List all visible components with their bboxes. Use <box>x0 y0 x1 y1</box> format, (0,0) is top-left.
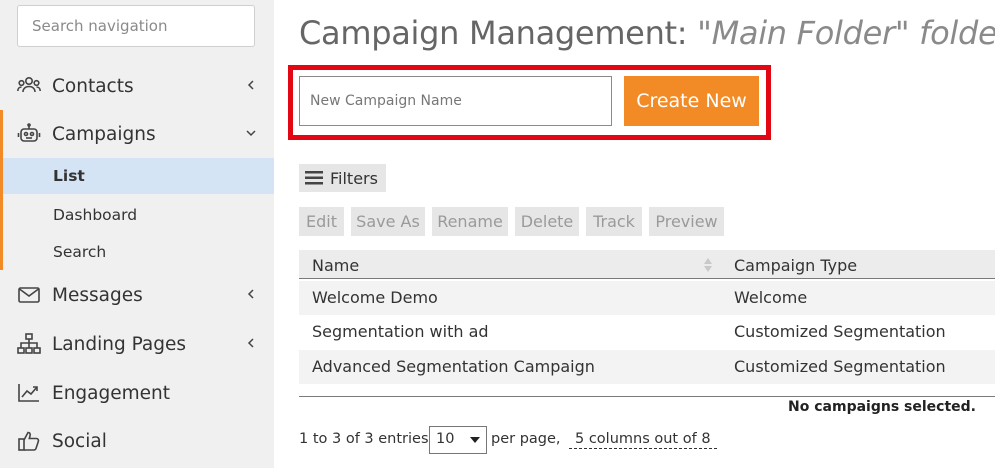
sitemap-icon <box>17 333 41 354</box>
save-as-button[interactable]: Save As <box>351 207 425 236</box>
table-header: Name Campaign Type <box>299 250 995 279</box>
search-navigation-input[interactable] <box>17 5 255 47</box>
sort-icon[interactable] <box>703 256 713 274</box>
chevron-left-icon <box>247 80 254 90</box>
track-button[interactable]: Track <box>586 207 642 236</box>
cell-name: Advanced Segmentation Campaign <box>312 357 595 376</box>
envelope-icon <box>18 287 40 303</box>
table-row[interactable]: Welcome Demo Welcome <box>299 281 995 315</box>
menu-icon <box>305 171 323 185</box>
per-page-value: 10 <box>436 431 455 447</box>
column-header-name[interactable]: Name <box>312 256 359 275</box>
filters-label: Filters <box>330 168 378 188</box>
page-title-text: Campaign Management: <box>299 14 688 52</box>
sidebar-item-social[interactable]: Social <box>0 421 274 461</box>
rename-button[interactable]: Rename <box>432 207 508 236</box>
sidebar-subitem-label: Dashboard <box>53 206 138 224</box>
cell-name: Welcome Demo <box>312 288 438 307</box>
sidebar-subitem-list[interactable]: List <box>3 158 274 194</box>
preview-button[interactable]: Preview <box>649 207 724 236</box>
caret-down-icon <box>470 437 480 443</box>
delete-button[interactable]: Delete <box>515 207 579 236</box>
sidebar-item-label: Engagement <box>52 382 171 404</box>
table-row[interactable]: Segmentation with ad Customized Segmenta… <box>299 315 995 349</box>
selection-status: No campaigns selected. <box>788 399 976 415</box>
cell-campaign-type: Customized Segmentation <box>734 357 946 376</box>
edit-button[interactable]: Edit <box>299 207 344 236</box>
chevron-left-icon <box>247 289 254 299</box>
robot-icon <box>17 123 41 142</box>
per-page-select[interactable]: 10 <box>429 426 487 454</box>
per-page-label: per page, <box>491 431 561 447</box>
column-header-campaign-type[interactable]: Campaign Type <box>734 256 857 275</box>
folder-name: "Main Folder" folder <box>697 14 995 52</box>
cell-name: Segmentation with ad <box>312 322 489 341</box>
chevron-left-icon <box>247 338 254 348</box>
cell-campaign-type: Welcome <box>734 288 808 307</box>
sidebar-subitem-label: Search <box>53 243 107 261</box>
sidebar-subitem-label: List <box>53 167 85 185</box>
sidebar-subitem-search[interactable]: Search <box>0 234 274 270</box>
thumbs-up-icon <box>18 431 40 451</box>
sidebar-item-landing-pages[interactable]: Landing Pages <box>0 324 274 364</box>
sidebar-item-campaigns[interactable]: Campaigns <box>0 114 274 154</box>
filters-button[interactable]: Filters <box>299 164 386 192</box>
sidebar-item-messages[interactable]: Messages <box>0 275 274 315</box>
page-title: Campaign Management: "Main Folder" folde… <box>299 14 995 52</box>
sidebar-item-engagement[interactable]: Engagement <box>0 373 274 413</box>
sidebar-item-label: Social <box>52 430 107 452</box>
cell-campaign-type: Customized Segmentation <box>734 322 946 341</box>
sidebar: Contacts Campaigns List Dashboard Search… <box>0 0 274 468</box>
create-new-button[interactable]: Create New <box>624 76 759 126</box>
chevron-down-icon <box>246 130 256 137</box>
sidebar-item-label: Messages <box>52 284 143 306</box>
table-divider <box>299 396 995 397</box>
users-icon <box>17 76 41 93</box>
chart-line-icon <box>18 384 39 402</box>
column-chooser-link[interactable]: 5 columns out of 8 <box>569 431 717 449</box>
entries-count: 1 to 3 of 3 entries, <box>299 431 434 447</box>
sidebar-subitem-dashboard[interactable]: Dashboard <box>0 197 274 233</box>
sidebar-item-label: Campaigns <box>52 123 156 145</box>
new-campaign-name-input[interactable] <box>299 76 612 126</box>
sidebar-item-label: Contacts <box>52 75 134 97</box>
sidebar-item-contacts[interactable]: Contacts <box>0 66 274 106</box>
table-row[interactable]: Advanced Segmentation Campaign Customize… <box>299 350 995 384</box>
sidebar-item-label: Landing Pages <box>52 333 187 355</box>
